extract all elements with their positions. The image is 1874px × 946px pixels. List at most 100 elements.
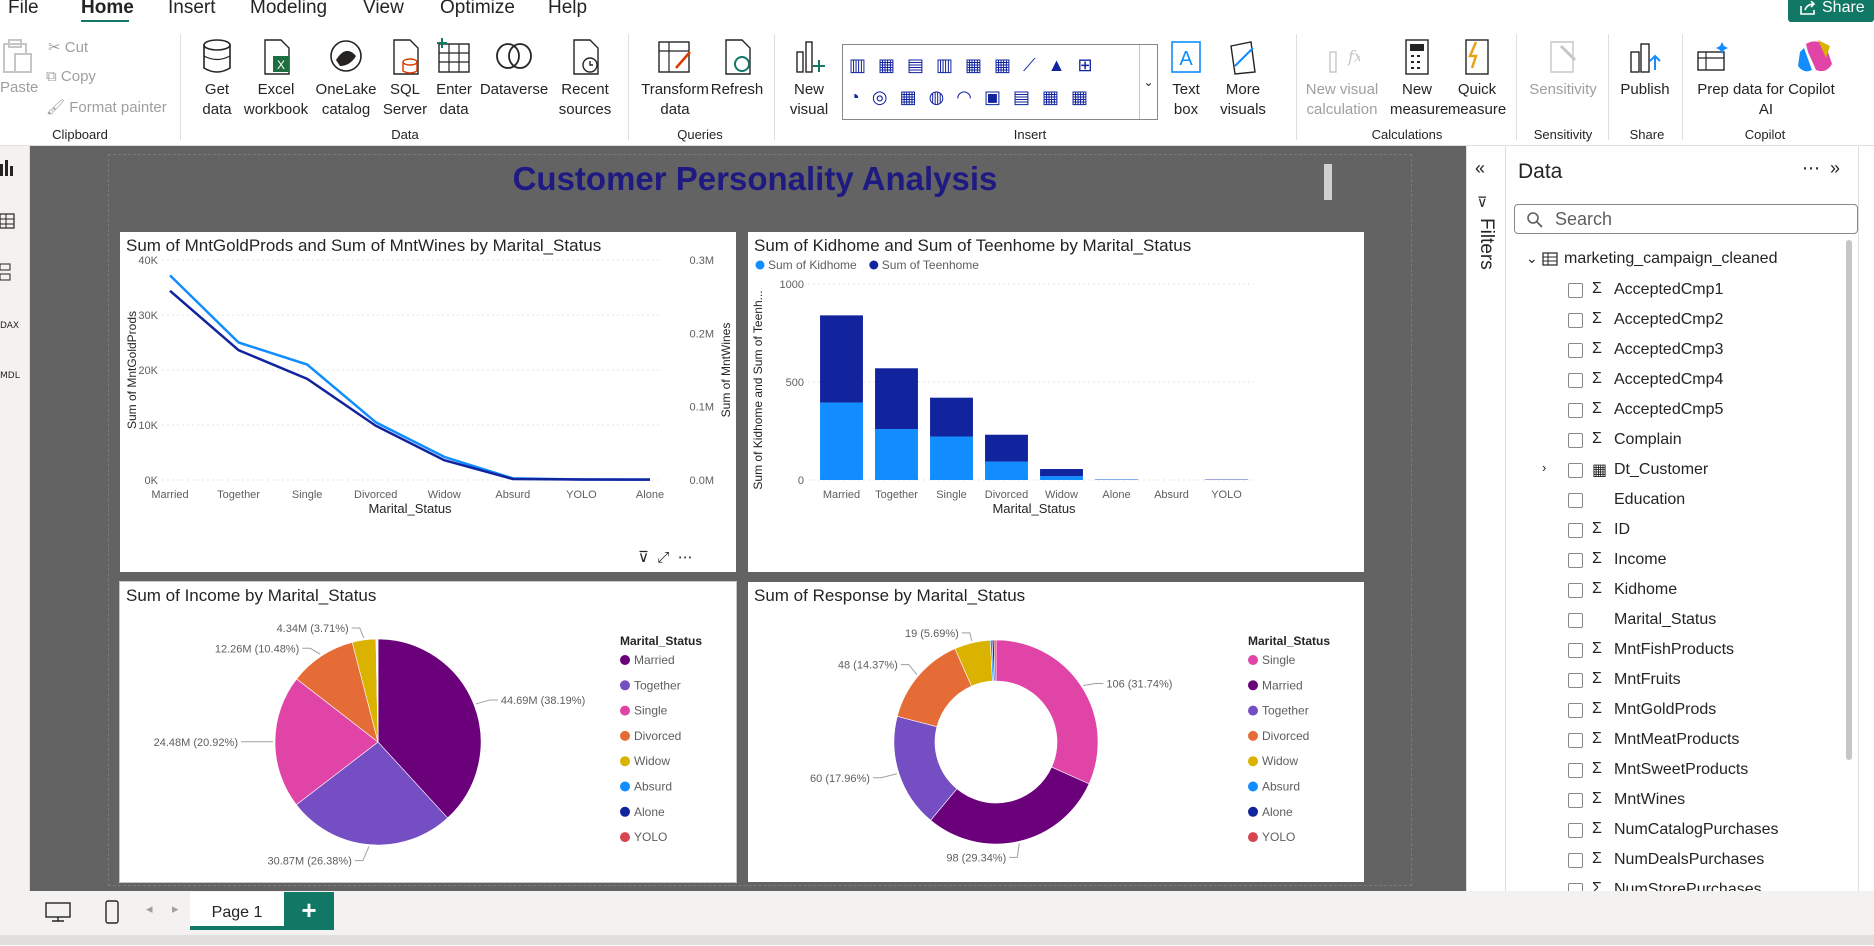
visualizations-pane-edge[interactable]	[1858, 146, 1874, 926]
legend-label[interactable]: Divorced	[1262, 729, 1309, 743]
field-checkbox[interactable]	[1568, 403, 1583, 418]
legend-label[interactable]: Sum of Teenhome	[882, 258, 979, 272]
legend-label[interactable]: Absurd	[1262, 780, 1300, 794]
legend-label[interactable]: Married	[634, 653, 675, 667]
bar-segment[interactable]	[985, 435, 1028, 462]
field-checkbox[interactable]	[1568, 643, 1583, 658]
paste-button[interactable]: Paste	[0, 38, 36, 98]
new-visual-button[interactable]: New visual	[784, 38, 834, 120]
refresh-button[interactable]: Refresh	[710, 38, 764, 100]
legend-label[interactable]: Alone	[1262, 805, 1293, 819]
legend-label[interactable]: Alone	[634, 805, 665, 819]
legend-label[interactable]: Widow	[634, 754, 670, 768]
legend-label[interactable]: Married	[1262, 678, 1303, 692]
bar-segment[interactable]	[930, 398, 973, 437]
more-options-icon[interactable]: ⋯	[1802, 158, 1820, 179]
field-checkbox[interactable]	[1568, 523, 1583, 538]
bar-segment[interactable]	[930, 436, 973, 480]
legend-label[interactable]: YOLO	[634, 830, 667, 844]
menu-home[interactable]: Home	[81, 0, 134, 19]
donut-chart-visual[interactable]: Sum of Response by Marital_Status 106 (3…	[748, 582, 1364, 882]
gallery-expand-icon[interactable]: ⌄	[1139, 45, 1157, 119]
excel-workbook-button[interactable]: X Excel workbook	[242, 38, 310, 120]
recent-sources-button[interactable]: Recent sources	[550, 38, 620, 120]
data-pane-scrollbar[interactable]	[1846, 240, 1852, 760]
new-visual-calculation-button[interactable]: fx New visual calculation	[1300, 38, 1384, 120]
bar-segment[interactable]	[875, 368, 918, 429]
visual-gallery[interactable]: ▥▦▤▥▦▦⟋▲⊞◔◎▦◍◠▣▤▦▦ ⌄	[842, 44, 1158, 120]
bar-segment[interactable]	[820, 403, 863, 480]
bar-segment[interactable]	[820, 315, 863, 402]
field-checkbox[interactable]	[1568, 853, 1583, 868]
filter-icon[interactable]: ⊽	[638, 549, 649, 566]
chevron-right-icon[interactable]: ›	[1542, 460, 1546, 475]
field-checkbox[interactable]	[1568, 493, 1583, 508]
filters-pane[interactable]: « ⊽ Filters	[1466, 146, 1506, 891]
field-checkbox[interactable]	[1568, 703, 1583, 718]
field-checkbox[interactable]	[1568, 733, 1583, 748]
legend-label[interactable]: Absurd	[634, 780, 672, 794]
field-checkbox[interactable]	[1568, 373, 1583, 388]
stacked-bar-chart-visual[interactable]: Sum of Kidhome and Sum of Teenhome by Ma…	[748, 232, 1364, 572]
bar-segment[interactable]	[985, 462, 1028, 480]
more-options-icon[interactable]: ⋯	[678, 549, 693, 566]
transform-data-button[interactable]: Transform data	[636, 38, 714, 120]
bar-segment[interactable]	[875, 429, 918, 480]
collapse-filters-icon[interactable]: «	[1475, 158, 1485, 179]
enter-data-button[interactable]: Enter data	[430, 38, 478, 120]
slice[interactable]	[931, 767, 1089, 844]
get-data-button[interactable]: Get data	[192, 38, 242, 120]
menu-help[interactable]: Help	[548, 0, 587, 19]
legend-label[interactable]: Together	[1262, 704, 1309, 718]
table-name[interactable]: marketing_campaign_cleaned	[1564, 250, 1777, 268]
field-checkbox[interactable]	[1568, 763, 1583, 778]
add-page-button[interactable]: +	[284, 892, 334, 930]
prep-data-for-copilot-button[interactable]: Prep data for Copilot AI	[1690, 38, 1842, 120]
menu-insert[interactable]: Insert	[168, 0, 216, 19]
next-page-icon[interactable]: ▸	[172, 901, 179, 917]
legend-label[interactable]: Single	[1262, 653, 1296, 667]
field-checkbox[interactable]	[1568, 343, 1583, 358]
focus-mode-icon[interactable]: ⤢	[657, 549, 669, 566]
line-series[interactable]	[170, 275, 650, 479]
collapse-pane-icon[interactable]: »	[1830, 158, 1840, 179]
field-checkbox[interactable]	[1568, 823, 1583, 838]
field-checkbox[interactable]	[1568, 583, 1583, 598]
field-checkbox[interactable]	[1568, 793, 1583, 808]
new-measure-button[interactable]: New measure	[1390, 38, 1444, 120]
pie-chart-visual[interactable]: Sum of Income by Marital_Status 44.69M (…	[120, 582, 736, 882]
legend-label[interactable]: Single	[634, 704, 668, 718]
desktop-layout-icon[interactable]	[44, 901, 72, 923]
canvas-scroll-thumb[interactable]	[1324, 164, 1332, 200]
legend-label[interactable]: Widow	[1262, 754, 1298, 768]
line-series[interactable]	[170, 291, 650, 480]
legend-label[interactable]: YOLO	[1262, 830, 1295, 844]
sql-server-button[interactable]: SQL Server	[382, 38, 428, 120]
menu-view[interactable]: View	[363, 0, 404, 19]
menu-file[interactable]: File	[8, 0, 39, 19]
sensitivity-button[interactable]: Sensitivity	[1522, 38, 1604, 100]
onelake-catalog-button[interactable]: OneLake catalog	[310, 38, 382, 120]
menu-modeling[interactable]: Modeling	[250, 0, 327, 19]
page-tab-page-1[interactable]: Page 1	[190, 892, 284, 930]
format-painter-button[interactable]: 🖌 Format painter	[46, 98, 167, 116]
menu-optimize[interactable]: Optimize	[440, 0, 515, 19]
share-button[interactable]: Share	[1788, 0, 1874, 22]
quick-measure-button[interactable]: Quick measure	[1446, 38, 1508, 120]
field-checkbox[interactable]	[1568, 553, 1583, 568]
more-visuals-button[interactable]: More visuals	[1208, 38, 1278, 120]
field-checkbox[interactable]	[1568, 313, 1583, 328]
legend-label[interactable]: Divorced	[634, 729, 681, 743]
bar-segment[interactable]	[1040, 476, 1083, 480]
legend-label[interactable]: Sum of Kidhome	[768, 258, 857, 272]
field-checkbox[interactable]	[1568, 613, 1583, 628]
legend-label[interactable]: Together	[634, 678, 681, 692]
copy-button[interactable]: ⧉ Copy	[46, 68, 96, 85]
line-chart-visual[interactable]: Sum of MntGoldProds and Sum of MntWines …	[120, 232, 736, 572]
field-checkbox[interactable]	[1568, 673, 1583, 688]
prev-page-icon[interactable]: ◂	[146, 901, 153, 917]
dataverse-button[interactable]: Dataverse	[478, 38, 550, 100]
bar-segment[interactable]	[1040, 469, 1083, 476]
search-input[interactable]: Search	[1514, 204, 1858, 234]
chevron-down-icon[interactable]: ⌄	[1526, 250, 1538, 267]
